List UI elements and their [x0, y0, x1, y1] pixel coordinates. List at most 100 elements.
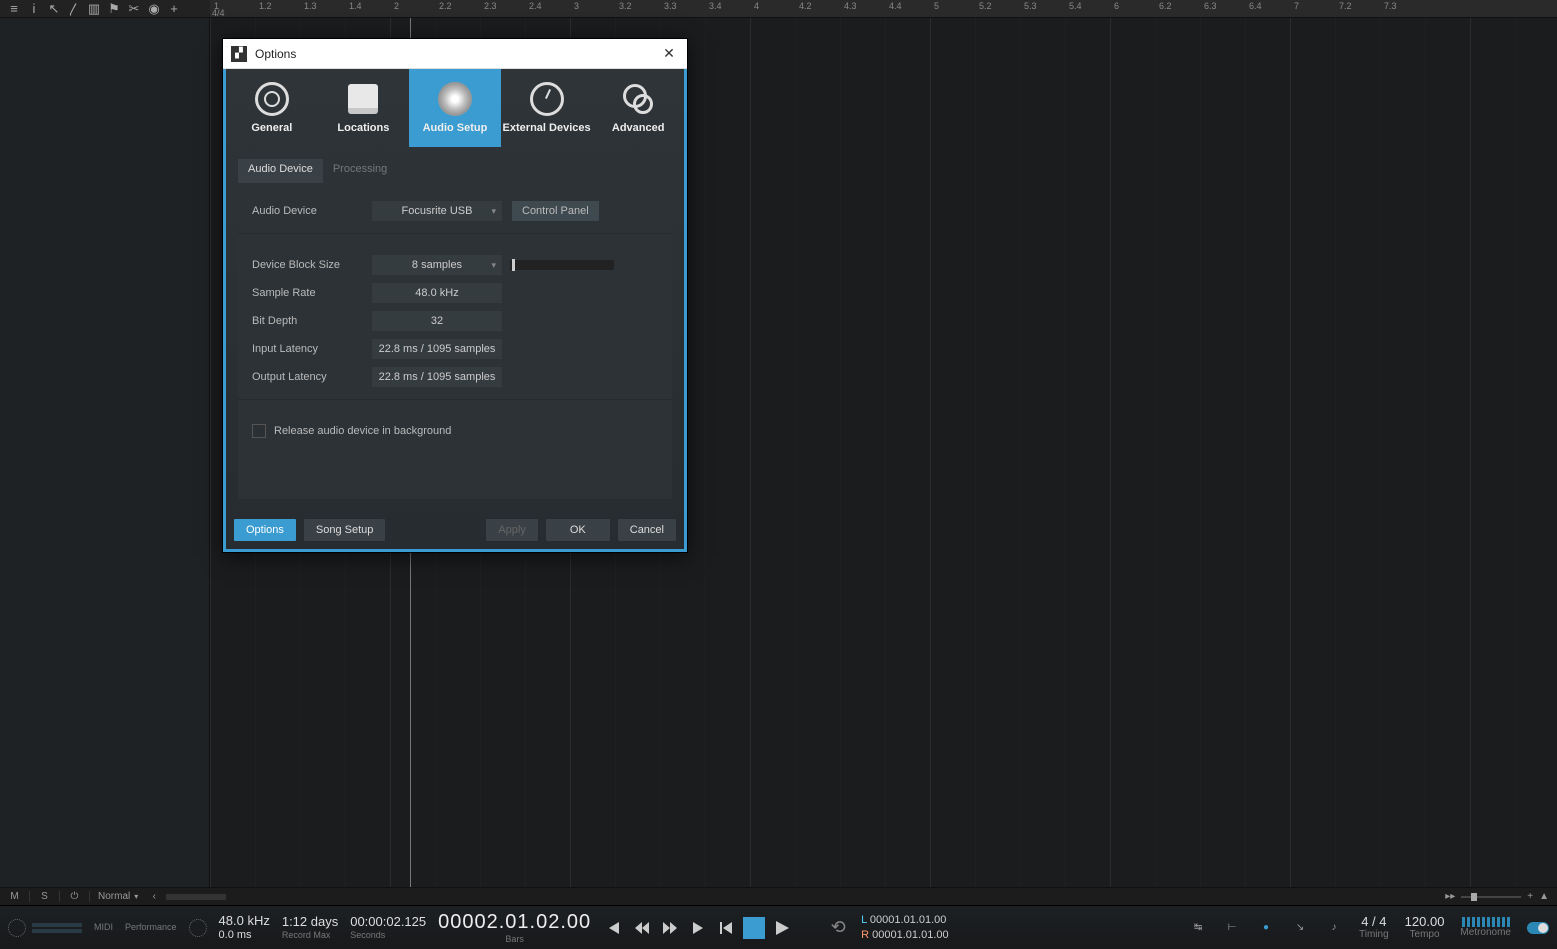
precount-icon[interactable]: ↘	[1291, 922, 1309, 933]
ruler-tick: 5.3	[1024, 1, 1037, 11]
ruler-tick: 5.2	[979, 1, 992, 11]
transport-bar: MIDI Performance 48.0 kHz 0.0 ms 1:12 da…	[0, 905, 1557, 949]
tab-audio-setup[interactable]: Audio Setup	[409, 69, 501, 147]
tool-cut-icon[interactable]: ✂	[124, 1, 144, 17]
audio-device-label: Audio Device	[252, 205, 372, 217]
app-logo-icon: ▞	[231, 46, 247, 62]
seconds-value[interactable]: 00:00:02.125	[350, 914, 426, 930]
cpu-meter-icon[interactable]	[8, 919, 26, 937]
block-size-slider[interactable]	[510, 260, 614, 270]
tab-audio-label: Audio Setup	[423, 122, 488, 134]
tool-speaker-icon[interactable]: ◉	[144, 1, 164, 17]
dialog-titlebar[interactable]: ▞ Options ✕	[223, 39, 687, 69]
bars-value[interactable]: 00002.01.02.00	[438, 910, 591, 934]
sample-rate-field[interactable]: 48.0 kHz	[372, 283, 502, 303]
ok-button[interactable]: OK	[546, 519, 610, 541]
ruler-tick: 2.3	[484, 1, 497, 11]
return-to-zero-button[interactable]	[715, 917, 737, 939]
gear-icon	[255, 82, 289, 116]
record-time-label: Record Max	[282, 930, 331, 941]
tab-external-label: External Devices	[503, 122, 591, 134]
autopunch-icon[interactable]: ↹	[1189, 922, 1207, 933]
hscrollbar[interactable]	[166, 894, 226, 900]
dialog-footer: Options Song Setup Apply OK Cancel	[226, 511, 684, 549]
tool-draw-icon[interactable]: 〳	[64, 0, 84, 18]
ruler-tick: 6.4	[1249, 1, 1262, 11]
tab-advanced-label: Advanced	[612, 122, 665, 134]
play-end-icon[interactable]: ▸▸	[1445, 891, 1455, 902]
control-panel-button[interactable]: Control Panel	[512, 201, 599, 221]
subtab-audio-device[interactable]: Audio Device	[238, 159, 323, 183]
ruler-tick: 3.2	[619, 1, 632, 11]
block-size-dropdown[interactable]: 8 samples	[372, 255, 502, 275]
ruler-tick: 3.3	[664, 1, 677, 11]
song-setup-button[interactable]: Song Setup	[304, 519, 386, 541]
options-category-tabs: General Locations Audio Setup External D…	[226, 69, 684, 147]
play-button[interactable]	[771, 917, 793, 939]
ruler-tick: 6.3	[1204, 1, 1217, 11]
output-meters	[1462, 917, 1510, 927]
tab-external-devices[interactable]: External Devices	[501, 69, 593, 147]
midi-label: MIDI	[94, 922, 113, 933]
goto-start-button[interactable]	[603, 917, 625, 939]
stop-button[interactable]	[743, 917, 765, 939]
block-size-label: Device Block Size	[252, 259, 372, 271]
locator-right[interactable]: 00001.01.01.00	[872, 929, 948, 941]
tab-advanced[interactable]: Advanced	[592, 69, 684, 147]
zoom-fit-icon[interactable]: ▲	[1539, 891, 1549, 902]
expand-left-icon[interactable]: ‹	[146, 891, 162, 902]
bars-label: Bars	[505, 934, 524, 945]
locator-display[interactable]: L 00001.01.01.00 R 00001.01.01.00	[861, 913, 948, 942]
tool-paint-icon[interactable]: ▥	[84, 1, 104, 17]
sample-rate-value[interactable]: 48.0 kHz	[219, 913, 270, 929]
tool-flag-icon[interactable]: ⚑	[104, 1, 124, 17]
tab-general[interactable]: General	[226, 69, 318, 147]
preroll-icon[interactable]: ⊢	[1223, 922, 1241, 933]
add-button-icon[interactable]: +	[1527, 891, 1533, 902]
options-button[interactable]: Options	[234, 519, 296, 541]
cancel-button[interactable]: Cancel	[618, 519, 676, 541]
close-button[interactable]: ✕	[659, 45, 679, 62]
metronome-dot-icon[interactable]: ●	[1257, 922, 1275, 933]
tempo-value[interactable]: 120.00	[1405, 914, 1445, 930]
locator-left[interactable]: 00001.01.01.00	[870, 914, 946, 926]
tool-menu-icon[interactable]: ≡	[4, 1, 24, 16]
release-audio-label: Release audio device in background	[274, 425, 451, 437]
zoom-slider-track[interactable]	[1461, 896, 1521, 898]
forward-button[interactable]	[659, 917, 681, 939]
timeline-ruler[interactable]: 4/4 11.21.31.422.22.32.433.23.33.444.24.…	[210, 0, 1557, 18]
gears-icon	[621, 82, 655, 116]
power-icon[interactable]: ⏻	[60, 891, 90, 902]
tab-general-label: General	[251, 122, 292, 134]
record-time-value: 1:12 days	[282, 914, 338, 930]
ruler-tick: 1.4	[349, 1, 362, 11]
metronome-toggle[interactable]	[1527, 922, 1549, 934]
tool-plus-icon[interactable]: +	[164, 1, 184, 16]
perf-meters	[32, 923, 82, 933]
release-audio-checkbox[interactable]	[252, 424, 266, 438]
goto-end-button[interactable]	[687, 917, 709, 939]
apply-button[interactable]: Apply	[486, 519, 538, 541]
ruler-tick: 1	[214, 1, 219, 11]
block-size-value: 8 samples	[412, 259, 462, 271]
timesig-value[interactable]: 4 / 4	[1361, 914, 1386, 930]
rewind-button[interactable]	[631, 917, 653, 939]
audio-device-value: Focusrite USB	[402, 205, 473, 217]
global-mute-button[interactable]: M	[0, 891, 30, 902]
bit-depth-field[interactable]: 32	[372, 311, 502, 331]
ruler-tick: 7	[1294, 1, 1299, 11]
ruler-tick: 3.4	[709, 1, 722, 11]
ruler-tick: 4.4	[889, 1, 902, 11]
ruler-tick: 1.2	[259, 1, 272, 11]
tool-arrow-icon[interactable]: ↖	[44, 1, 64, 17]
global-solo-button[interactable]: S	[30, 891, 60, 902]
tool-info-icon[interactable]: i	[24, 1, 44, 16]
audio-device-dropdown[interactable]: Focusrite USB	[372, 201, 502, 221]
loop-button[interactable]: ⟲	[827, 917, 849, 939]
click-icon[interactable]: ♪	[1325, 922, 1343, 933]
record-button[interactable]	[799, 917, 821, 939]
tab-locations[interactable]: Locations	[318, 69, 410, 147]
subtab-processing[interactable]: Processing	[323, 159, 397, 183]
ruler-tick: 7.3	[1384, 1, 1397, 11]
automation-mode-dropdown[interactable]: Normal▾	[90, 891, 146, 902]
